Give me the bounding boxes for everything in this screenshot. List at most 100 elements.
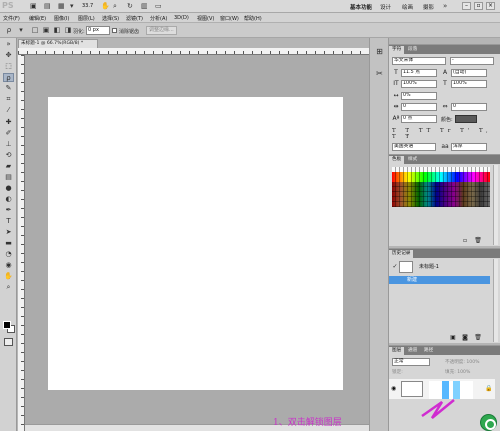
intersect-selection-icon[interactable]: ◨ [63,26,73,35]
subtract-selection-icon[interactable]: ◧ [52,26,62,35]
antialias-checkbox[interactable] [112,28,117,33]
delete-swatch-icon[interactable]: 🗑 [474,237,482,245]
workspace-essentials[interactable]: 基本功能 [350,3,372,11]
document-canvas[interactable] [48,97,343,390]
horizontal-scale-input[interactable]: 100% [451,80,487,88]
3d-rotate-tool-icon[interactable]: ◔ [3,250,14,259]
history-state[interactable]: 新建 [389,276,490,284]
marquee-tool-icon[interactable]: ⬚ [3,62,14,71]
eyedropper-tool-icon[interactable]: ⁄ [3,106,14,115]
history-panel-icon[interactable]: ⊞ [374,46,385,57]
leading-input[interactable]: (自动) [451,69,487,77]
menu-image[interactable]: 图像(I) [54,15,69,22]
new-snapshot-icon[interactable]: ◙ [461,334,469,342]
healing-brush-tool-icon[interactable]: ✚ [3,118,14,127]
layer-lock-icon[interactable]: 🔒 [485,385,492,392]
menu-help[interactable]: 帮助(H) [244,15,262,22]
tab-character[interactable]: 字符 [389,46,405,54]
menu-select[interactable]: 选择(S) [102,15,119,22]
type-style-buttons[interactable]: T T TT Tr T' T, T Ŧ [392,128,500,140]
menu-3d[interactable]: 3D(D) [174,15,189,21]
zoom-tool-icon[interactable]: ⌕ [3,283,14,292]
tab-styles[interactable]: 样式 [405,156,420,164]
quick-selection-tool-icon[interactable]: ✎ [3,84,14,93]
crop-tool-icon[interactable]: ⌗ [3,95,14,104]
brush-tool-icon[interactable]: ✐ [3,129,14,138]
rotate-view-icon[interactable]: ↻ [127,2,133,11]
bridge-icon[interactable]: ▣ [30,2,37,11]
new-swatch-icon[interactable]: ▫ [461,237,469,245]
foreground-color-swatch[interactable] [3,321,11,329]
type-tool-icon[interactable]: T [3,217,14,226]
menu-filter[interactable]: 滤镜(T) [126,15,143,22]
blur-tool-icon[interactable]: ● [3,184,14,193]
tab-paragraph[interactable]: 段落 [405,46,420,54]
font-style-select[interactable]: - [450,57,494,65]
arrange-documents-icon[interactable]: ▥ [141,2,148,11]
document-tab[interactable]: 未标题-1 @ 66.7%(RGB/8) * [18,39,98,48]
tab-layers[interactable]: 图层 [389,347,405,355]
font-size-input[interactable]: 11.5 点 [401,69,437,77]
kerning-ratio-input[interactable]: 0% [401,92,437,100]
history-snapshot[interactable]: 未标题-1 [419,262,500,272]
menu-edit[interactable]: 编辑(E) [29,15,46,22]
guides-icon[interactable]: ▦ [58,2,65,11]
tab-swatches[interactable]: 色板 [389,156,405,164]
zoom-level[interactable]: 33.7 [82,3,93,9]
gradient-tool-icon[interactable]: ▤ [3,173,14,182]
refine-edge-button[interactable]: 调整边缘... [146,26,177,35]
history-brush-source-icon[interactable]: ✓ [391,263,399,271]
antialias-select[interactable]: 浑厚 [451,143,487,151]
dodge-tool-icon[interactable]: ◐ [3,195,14,204]
lasso-preset-icon[interactable]: ρ [4,26,14,35]
restore-button[interactable]: ▫ [474,2,483,10]
move-tool-icon[interactable]: ✥ [3,51,14,60]
hand-tool-icon[interactable]: ✋ [3,272,14,281]
mini-bridge-icon[interactable]: ▤ [44,2,51,11]
feather-input[interactable]: 0 px [86,26,110,35]
path-selection-tool-icon[interactable]: ➤ [3,228,14,237]
swatch-grid-dark[interactable] [392,182,490,207]
language-select[interactable]: 美国英语 [392,143,436,151]
fill-field[interactable]: 填充: 100% [445,369,470,375]
close-button[interactable]: × [486,2,495,10]
menu-layer[interactable]: 图层(L) [78,15,95,22]
tab-channels[interactable]: 通道 [405,347,420,355]
zoom-tool-icon[interactable]: ⌕ [113,2,117,11]
workspace-photography[interactable]: 摄影 [423,3,434,11]
zoom-dropdown-icon[interactable]: ▾ [70,2,74,11]
menu-analysis[interactable]: 分析(A) [150,15,167,22]
history-scrollbar[interactable] [493,259,498,342]
tab-paths[interactable]: 路径 [421,347,436,355]
new-document-from-state-icon[interactable]: ▣ [449,334,457,342]
eraser-tool-icon[interactable]: ▰ [3,162,14,171]
menu-window[interactable]: 窗口(W) [220,15,239,22]
preset-dropdown-icon[interactable]: ▾ [16,26,26,35]
pen-tool-icon[interactable]: ✒ [3,206,14,215]
tools-panel-icon[interactable]: ✂ [374,68,385,79]
clone-stamp-tool-icon[interactable]: ⊥ [3,140,14,149]
screen-mode-icon[interactable]: ▭ [155,2,162,11]
hand-tool-icon[interactable]: ✋ [101,2,110,11]
delete-state-icon[interactable]: 🗑 [474,334,482,342]
swatches-scrollbar[interactable] [493,165,498,245]
minimize-button[interactable]: – [462,2,471,10]
tab-history[interactable]: 历史记录 [389,250,414,258]
add-selection-icon[interactable]: ▣ [41,26,51,35]
quick-mask-icon[interactable] [4,338,13,346]
menu-view[interactable]: 视图(V) [197,15,214,22]
workspace-painting[interactable]: 绘画 [402,3,413,11]
font-family-select[interactable]: 华文宋体 [392,57,446,65]
workspace-more-icon[interactable]: » [443,2,447,11]
new-selection-icon[interactable]: □ [30,26,40,35]
tracking-input[interactable]: 0 [401,103,437,111]
history-snapshot-thumbnail[interactable] [399,261,413,273]
shape-tool-icon[interactable]: ▬ [3,239,14,248]
lasso-tool-icon[interactable]: ρ [3,73,14,82]
toolbox-collapse-icon[interactable]: » [3,40,14,49]
kerning-input[interactable]: 0 [451,103,487,111]
opacity-field[interactable]: 不透明度: 100% [445,359,480,365]
vertical-scale-input[interactable]: 100% [401,80,437,88]
menu-file[interactable]: 文件(F) [3,15,20,22]
3d-orbit-tool-icon[interactable]: ◉ [3,261,14,270]
